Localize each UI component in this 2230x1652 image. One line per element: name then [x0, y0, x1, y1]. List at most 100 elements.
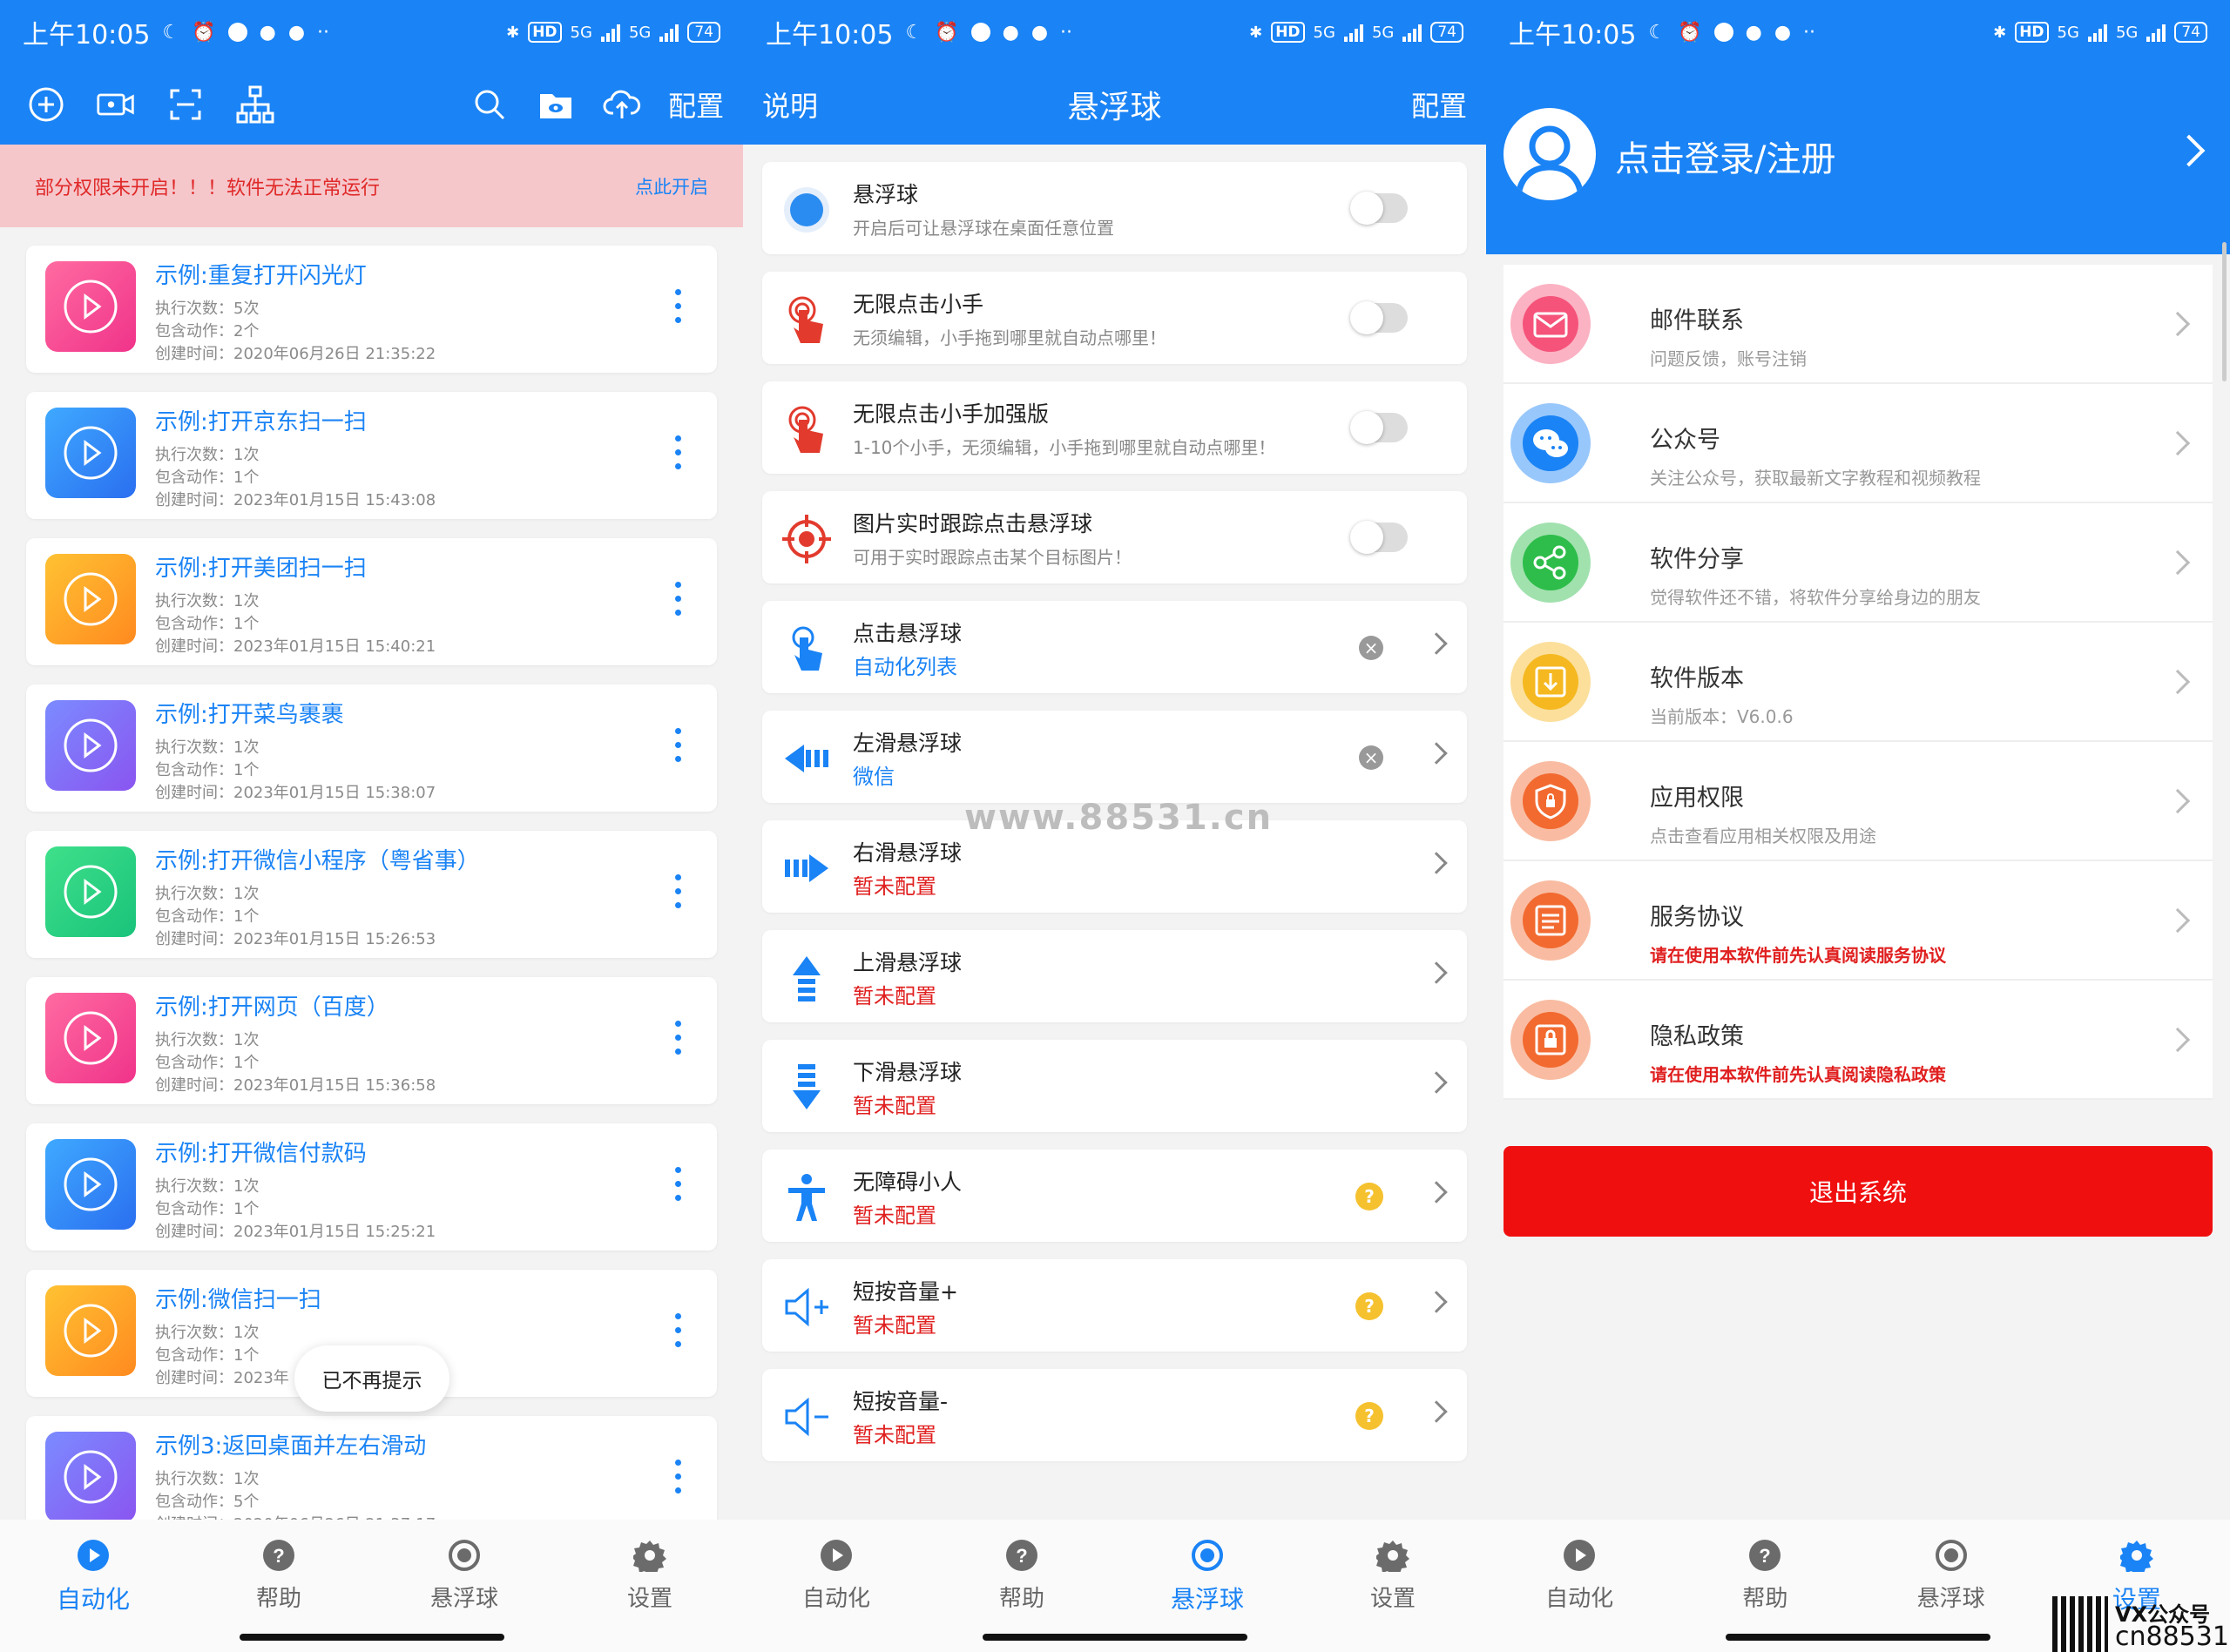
float-setting-row[interactable]: 短按音量- 暂未配置? — [762, 1369, 1467, 1461]
float-setting-row[interactable]: 下滑悬浮球 暂未配置 — [762, 1040, 1467, 1132]
add-circle-icon[interactable] — [26, 84, 66, 125]
float-setting-row[interactable]: 点击悬浮球 自动化列表 × — [762, 601, 1467, 693]
nav-tab-2[interactable]: 悬浮球 — [1899, 1539, 2004, 1613]
task-actions: 包含动作：1个 — [155, 907, 260, 926]
nav-tab-1[interactable]: ? 帮助 — [226, 1539, 331, 1613]
login-register-label[interactable]: 点击登录/注册 — [1615, 131, 1835, 181]
more-vertical-icon[interactable] — [675, 1021, 682, 1055]
enable-permission-link[interactable]: 点此开启 — [635, 173, 708, 199]
float-setting-row[interactable]: 无障碍小人 暂未配置? — [762, 1150, 1467, 1242]
status-bar: 上午10:05 ☾ ⏰ ● ● ·· ✱ HD 5G 5G 74 — [1486, 0, 2230, 64]
task-title[interactable]: 示例:打开网页（百度） — [155, 989, 389, 1022]
chevron-right-icon — [1425, 632, 1448, 655]
float-setting-row[interactable]: 无限点击小手加强版 1-10个小手，无须编辑，小手拖到哪里就自动点哪里！ — [762, 381, 1467, 474]
task-play-icon[interactable] — [45, 1285, 136, 1376]
settings-menu-item[interactable]: 公众号 关注公众号，获取最新文字教程和视频教程 — [1504, 384, 2213, 503]
nav-tab-3[interactable]: 设置 — [1341, 1539, 1445, 1613]
task-play-icon[interactable] — [45, 700, 136, 791]
nav-tab-0[interactable]: 自动化 — [41, 1539, 145, 1615]
record-video-icon[interactable] — [96, 84, 136, 125]
toggle-switch[interactable] — [1350, 521, 1408, 554]
more-vertical-icon[interactable] — [675, 1460, 682, 1494]
instructions-button[interactable]: 说明 — [743, 84, 818, 125]
clear-icon[interactable]: × — [1359, 636, 1383, 660]
toggle-switch[interactable] — [1350, 192, 1408, 225]
nav-tab-2[interactable]: 悬浮球 — [412, 1539, 517, 1613]
more-dots-icon: ·· — [1803, 21, 1816, 44]
task-runs: 执行次数：1次 — [155, 738, 260, 757]
float-setting-row[interactable]: 短按音量+ 暂未配置? — [762, 1259, 1467, 1352]
nav-tab-1[interactable]: ? 帮助 — [970, 1539, 1074, 1613]
float-setting-row[interactable]: 无限点击小手 无须编辑，小手拖到哪里就自动点哪里！ — [762, 272, 1467, 364]
more-vertical-icon[interactable] — [675, 1167, 682, 1202]
task-title[interactable]: 示例:打开微信小程序（粤省事） — [155, 843, 480, 875]
task-card[interactable]: 示例:打开京东扫一扫 执行次数：1次 包含动作：1个 创建时间：2023年01月15日… — [26, 392, 717, 519]
task-play-icon[interactable] — [45, 408, 136, 498]
float-setting-row[interactable]: 上滑悬浮球 暂未配置 — [762, 930, 1467, 1022]
help-icon[interactable]: ? — [1355, 1183, 1383, 1210]
nav-tab-2[interactable]: 悬浮球 — [1155, 1539, 1260, 1615]
clear-icon[interactable]: × — [1359, 745, 1383, 770]
task-card[interactable]: 示例:打开网页（百度） 执行次数：1次 包含动作：1个 创建时间：2023年01月15… — [26, 977, 717, 1104]
task-title[interactable]: 示例:打开美团扫一扫 — [155, 550, 367, 583]
task-title[interactable]: 示例:打开菜鸟裹裹 — [155, 697, 344, 729]
task-card[interactable]: 示例:重复打开闪光灯 执行次数：5次 包含动作：2个 创建时间：2020年06月26日… — [26, 246, 717, 373]
task-play-icon[interactable] — [45, 554, 136, 644]
home-indicator — [982, 1634, 1247, 1641]
more-vertical-icon[interactable] — [675, 874, 682, 909]
nav-tab-0[interactable]: 自动化 — [1527, 1539, 1632, 1613]
task-card[interactable]: 示例:打开微信付款码 执行次数：1次 包含动作：1个 创建时间：2023年01月15日… — [26, 1123, 717, 1251]
float-setting-row[interactable]: 悬浮球 开启后可让悬浮球在桌面任意位置 — [762, 162, 1467, 254]
login-header[interactable]: 点击登录/注册 — [1486, 64, 2230, 254]
cloud-upload-icon[interactable] — [602, 84, 642, 125]
more-vertical-icon[interactable] — [675, 728, 682, 763]
scan-frame-icon[interactable] — [166, 84, 206, 125]
task-play-icon[interactable] — [45, 261, 136, 352]
help-icon[interactable]: ? — [1355, 1292, 1383, 1320]
scrollbar[interactable] — [2222, 242, 2227, 381]
task-play-icon[interactable] — [45, 1432, 136, 1522]
task-title[interactable]: 示例:微信扫一扫 — [155, 1282, 321, 1314]
help-icon[interactable]: ? — [1355, 1402, 1383, 1430]
settings-menu-item[interactable]: 软件版本 当前版本：V6.0.6 — [1504, 623, 2213, 742]
toggle-switch[interactable] — [1350, 301, 1408, 334]
more-vertical-icon[interactable] — [675, 582, 682, 617]
more-vertical-icon[interactable] — [675, 435, 682, 470]
task-title[interactable]: 示例:重复打开闪光灯 — [155, 258, 367, 290]
config-button[interactable]: 配置 — [1411, 84, 1486, 125]
settings-menu-item[interactable]: 服务协议 请在使用本软件前先认真阅读服务协议 — [1504, 861, 2213, 981]
task-title[interactable]: 示例3:返回桌面并左右滑动 — [155, 1428, 426, 1460]
search-icon[interactable] — [470, 84, 510, 125]
settings-menu-item[interactable]: 隐私政策 请在使用本软件前先认真阅读隐私政策 — [1504, 981, 2213, 1100]
hierarchy-icon[interactable] — [235, 84, 275, 125]
task-card[interactable]: 示例:打开微信小程序（粤省事） 执行次数：1次 包含动作：1个 创建时间：2023年0… — [26, 831, 717, 958]
task-runs: 执行次数：1次 — [155, 446, 260, 464]
task-play-icon[interactable] — [45, 993, 136, 1083]
nav-tab-3[interactable]: 设置 — [598, 1539, 702, 1613]
task-title[interactable]: 示例:打开微信付款码 — [155, 1136, 367, 1168]
more-vertical-icon[interactable] — [675, 1313, 682, 1348]
settings-menu-item[interactable]: 应用权限 点击查看应用相关权限及用途 — [1504, 742, 2213, 861]
settings-menu-item[interactable]: 软件分享 觉得软件还不错，将软件分享给身边的朋友 — [1504, 503, 2213, 623]
task-play-icon[interactable] — [45, 1139, 136, 1230]
settings-menu-item[interactable]: 邮件联系 问题反馈，账号注销 — [1504, 265, 2213, 384]
task-title[interactable]: 示例:打开京东扫一扫 — [155, 404, 367, 436]
setting-title: 无障碍小人 — [853, 1170, 963, 1195]
nav-tab-1[interactable]: ? 帮助 — [1713, 1539, 1817, 1613]
task-play-icon[interactable] — [45, 846, 136, 937]
task-card[interactable]: 示例:打开美团扫一扫 执行次数：1次 包含动作：1个 创建时间：2023年01月15日… — [26, 538, 717, 665]
chevron-right-icon — [1425, 1291, 1448, 1313]
float-setting-row[interactable]: 左滑悬浮球 微信 × — [762, 711, 1467, 803]
task-actions: 包含动作：2个 — [155, 322, 260, 341]
chevron-right-icon — [2165, 311, 2191, 337]
logout-button[interactable]: 退出系统 — [1504, 1146, 2213, 1237]
task-card[interactable]: 示例:打开菜鸟裹裹 执行次数：1次 包含动作：1个 创建时间：2023年01月15日 … — [26, 684, 717, 812]
nav-tab-0[interactable]: 自动化 — [784, 1539, 889, 1613]
menu-subtitle: 当前版本：V6.0.6 — [1650, 706, 1794, 727]
more-vertical-icon[interactable] — [675, 289, 682, 324]
float-setting-row[interactable]: 图片实时跟踪点击悬浮球 可用于实时跟踪点击某个目标图片！ — [762, 491, 1467, 583]
folder-eye-icon[interactable] — [536, 84, 576, 125]
setting-subtitle: 1-10个小手，无须编辑，小手拖到哪里就自动点哪里！ — [853, 437, 1276, 458]
config-button[interactable]: 配置 — [668, 84, 724, 125]
toggle-switch[interactable] — [1350, 411, 1408, 444]
